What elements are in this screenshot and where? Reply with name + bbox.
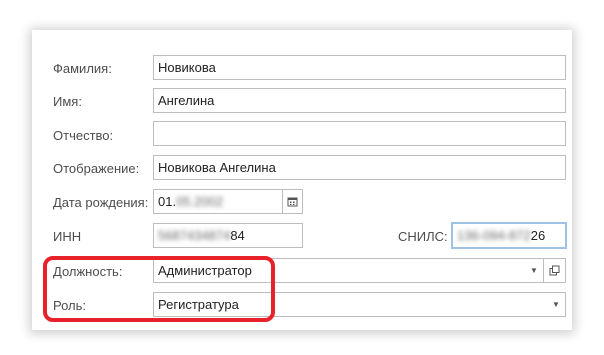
patronymic-field[interactable] [153,121,566,146]
open-form-icon [549,265,560,276]
snils-visible: 26 [530,228,546,243]
open-position-button[interactable] [543,258,566,283]
inn-redacted: 5687434874 [158,228,231,243]
first-name-label: Имя: [53,94,82,109]
inn-label: ИНН [53,229,82,244]
snils-field[interactable]: 136-094-87226 [451,222,567,249]
snils-redacted: 136-094-872 [457,228,531,243]
chevron-down-icon[interactable]: ▼ [525,259,543,282]
inn-field[interactable]: 568743487484 [153,223,303,248]
highlight-annotation [43,256,275,322]
calendar-icon [287,197,298,207]
last-name-field[interactable]: Новикова [153,55,566,80]
calendar-button[interactable] [282,189,303,214]
patronymic-label: Отчество: [53,128,114,143]
display-name-field[interactable]: Новикова Ангелина [153,155,566,180]
first-name-field[interactable]: Ангелина [153,88,566,113]
birth-date-field[interactable]: 01.05.2002 [153,189,283,214]
birth-date-visible: 01. [158,194,177,209]
chevron-down-icon[interactable]: ▼ [547,293,565,316]
birth-date-label: Дата рождения: [53,195,149,210]
birth-date-redacted: 05.2002 [176,194,224,209]
last-name-label: Фамилия: [53,61,112,76]
display-name-label: Отображение: [53,161,140,176]
snils-label: СНИЛС: [398,229,448,244]
inn-visible: 84 [230,228,245,243]
